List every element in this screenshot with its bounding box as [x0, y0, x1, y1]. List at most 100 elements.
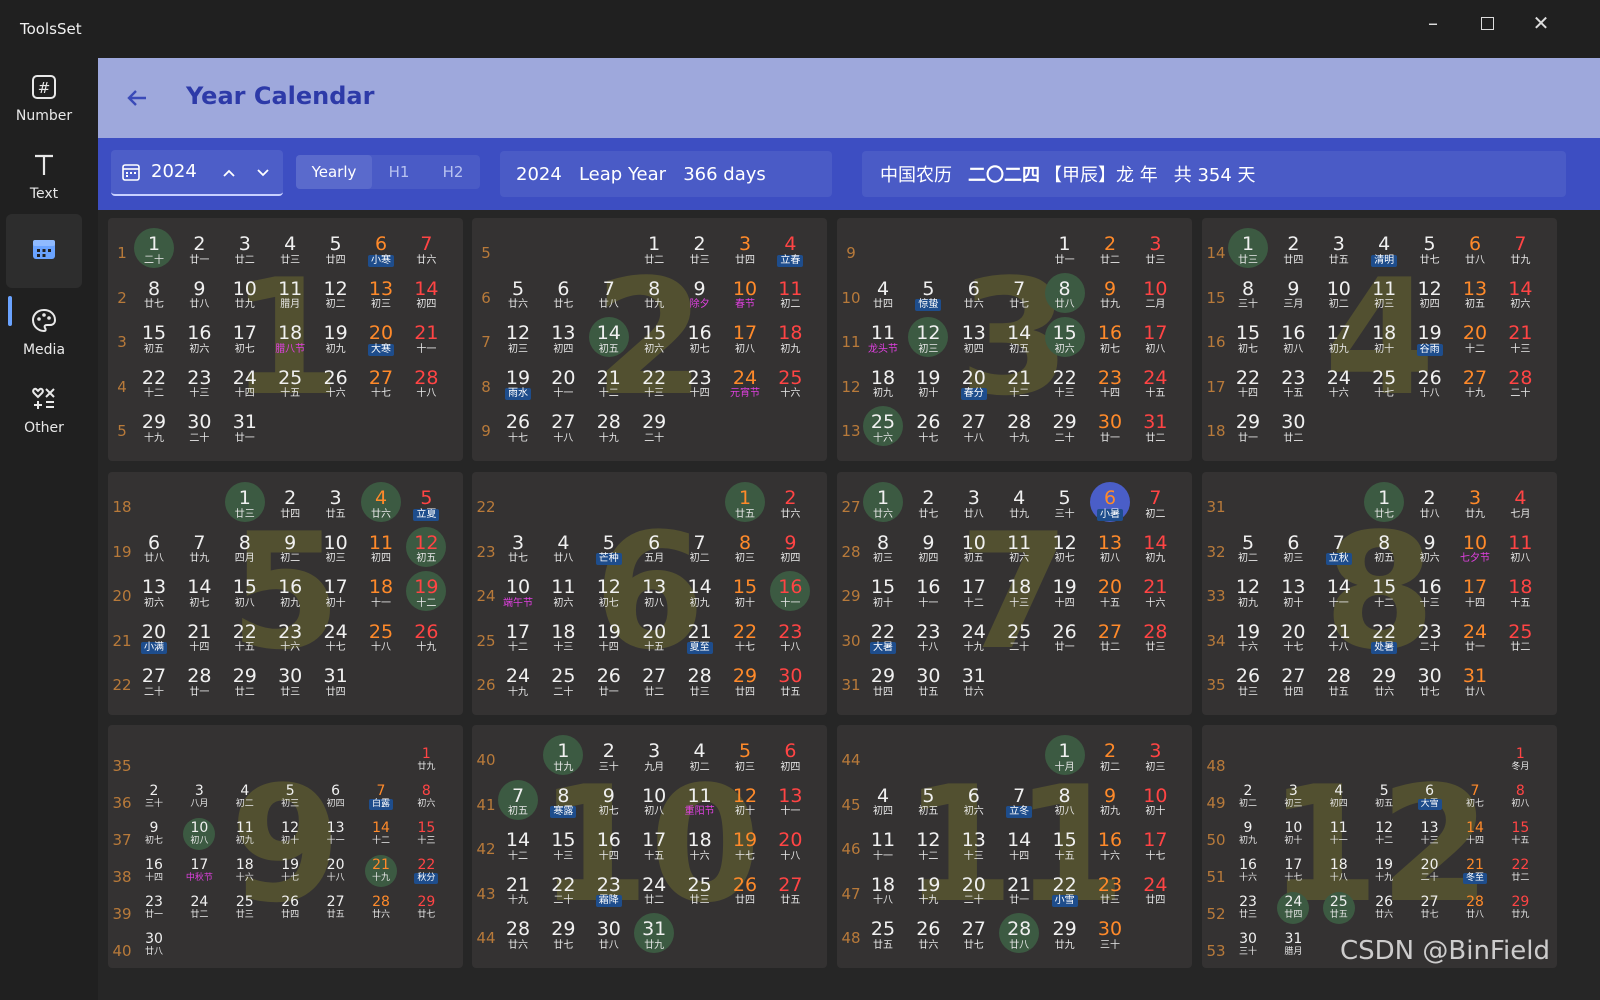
day-cell[interactable]: 8 廿八	[1043, 272, 1087, 313]
day-cell[interactable]: 18 初十	[1362, 323, 1406, 356]
day-cell[interactable]: 7 初二	[678, 532, 722, 566]
day-cell[interactable]: 7 初五	[496, 779, 540, 820]
minimize-button[interactable]: –	[1410, 8, 1456, 38]
day-cell[interactable]: 4 初四	[1317, 783, 1361, 810]
day-cell[interactable]: 15 十三	[404, 820, 448, 847]
day-cell[interactable]: 4 清明	[1362, 234, 1406, 267]
day-cell[interactable]: 11 十一	[861, 830, 905, 863]
day-cell[interactable]: 4 七月	[1498, 488, 1542, 521]
segment-h2[interactable]: H2	[426, 155, 480, 189]
day-cell[interactable]: 28 廿八	[997, 913, 1041, 953]
day-cell[interactable]: 8 初六	[404, 783, 448, 810]
day-cell[interactable]: 24 十五	[1133, 367, 1177, 401]
day-cell[interactable]: 27 廿五	[314, 894, 358, 921]
day-cell[interactable]: 10 端午节	[496, 577, 540, 610]
day-cell[interactable]: 27 二十	[132, 666, 176, 699]
day-cell[interactable]: 15 初十	[861, 577, 905, 610]
day-cell[interactable]: 8 初八	[1498, 783, 1542, 810]
day-cell[interactable]: 11 初三	[1362, 278, 1406, 312]
day-cell[interactable]: 9 初七	[132, 820, 176, 847]
day-cell[interactable]: 21 十六	[1133, 577, 1177, 610]
day-cell[interactable]: 25 廿五	[1317, 892, 1361, 924]
day-cell[interactable]: 22 廿二	[1498, 857, 1542, 884]
day-cell[interactable]: 30 二十	[177, 412, 221, 445]
day-cell[interactable]: 11 腊月	[268, 278, 312, 312]
day-cell[interactable]: 7 立冬	[997, 785, 1041, 819]
day-cell[interactable]: 20 十七	[1271, 621, 1315, 655]
day-cell[interactable]: 12 初九	[1226, 577, 1270, 610]
day-cell[interactable]: 8 廿七	[132, 278, 176, 312]
day-cell[interactable]: 10 春节	[723, 278, 767, 312]
day-cell[interactable]: 31 廿八	[1453, 666, 1497, 699]
day-cell[interactable]: 18 初九	[768, 323, 812, 356]
day-cell[interactable]: 1 廿三	[1226, 228, 1270, 268]
day-cell[interactable]: 27 廿二	[632, 666, 676, 699]
day-cell[interactable]: 26 十七	[906, 412, 950, 445]
day-cell[interactable]: 20 小满	[132, 621, 176, 655]
day-cell[interactable]: 2 廿七	[906, 488, 950, 521]
day-cell[interactable]: 20 十一	[541, 367, 585, 401]
day-cell[interactable]: 3 廿七	[496, 532, 540, 566]
day-cell[interactable]: 21 十一	[404, 323, 448, 356]
sidebar-item-calendar[interactable]	[6, 214, 82, 288]
day-cell[interactable]: 21 十四	[177, 621, 221, 655]
day-cell[interactable]: 12 十二	[1362, 820, 1406, 847]
day-cell[interactable]: 28 廿五	[1317, 666, 1361, 699]
day-cell[interactable]: 3 九月	[632, 741, 676, 774]
day-cell[interactable]: 15 初十	[723, 577, 767, 610]
day-cell[interactable]: 12 初三	[906, 317, 950, 357]
day-cell[interactable]: 26 十六	[314, 367, 358, 401]
day-cell[interactable]: 5 惊蛰	[906, 278, 950, 312]
day-cell[interactable]: 4 初四	[861, 785, 905, 819]
day-cell[interactable]: 30 三十	[1226, 931, 1270, 958]
day-cell[interactable]: 26 廿四	[268, 894, 312, 921]
day-cell[interactable]: 26 廿六	[1362, 894, 1406, 921]
day-cell[interactable]: 24 廿四	[1133, 874, 1177, 908]
day-cell[interactable]: 29 廿九	[1498, 894, 1542, 921]
day-cell[interactable]: 14 初五	[587, 317, 631, 357]
day-cell[interactable]: 12 初十	[268, 820, 312, 847]
day-cell[interactable]: 24 廿二	[177, 894, 221, 921]
day-cell[interactable]: 20 十五	[1088, 577, 1132, 610]
day-cell[interactable]: 15 初八	[223, 577, 267, 610]
day-cell[interactable]: 9 初四	[906, 532, 950, 566]
day-cell[interactable]: 15 初五	[132, 323, 176, 356]
day-cell[interactable]: 16 初八	[1271, 323, 1315, 356]
day-cell[interactable]: 14 十四	[997, 830, 1041, 863]
day-cell[interactable]: 30 廿八	[587, 919, 631, 952]
day-cell[interactable]: 17 十七	[1133, 830, 1177, 863]
day-cell[interactable]: 29 廿七	[541, 919, 585, 952]
day-cell[interactable]: 4 立春	[768, 234, 812, 267]
day-cell[interactable]: 28 廿一	[177, 666, 221, 699]
day-cell[interactable]: 6 初四	[768, 741, 812, 774]
day-cell[interactable]: 15 初六	[632, 323, 676, 356]
day-cell[interactable]: 28 二十	[1498, 367, 1542, 401]
day-cell[interactable]: 11 十一	[1317, 820, 1361, 847]
day-cell[interactable]: 1 廿三	[223, 482, 267, 522]
day-cell[interactable]: 29 廿一	[1226, 412, 1270, 445]
day-cell[interactable]: 6 廿六	[952, 278, 996, 312]
day-cell[interactable]: 24 廿一	[1453, 621, 1497, 655]
day-cell[interactable]: 8 廿九	[632, 278, 676, 312]
day-cell[interactable]: 25 十五	[268, 367, 312, 401]
day-cell[interactable]: 13 十一	[768, 785, 812, 819]
day-cell[interactable]: 1 十月	[1043, 735, 1087, 775]
day-cell[interactable]: 6 廿八	[1453, 234, 1497, 267]
day-cell[interactable]: 20 十八	[768, 830, 812, 863]
day-cell[interactable]: 30 廿三	[268, 666, 312, 699]
day-cell[interactable]: 2 廿三	[678, 234, 722, 267]
day-cell[interactable]: 9 初六	[1408, 532, 1452, 566]
back-button[interactable]	[120, 80, 156, 116]
day-cell[interactable]: 9 除夕	[678, 278, 722, 312]
day-cell[interactable]: 19 初九	[314, 323, 358, 356]
day-cell[interactable]: 4 廿六	[359, 482, 403, 522]
day-cell[interactable]: 5 芒种	[587, 532, 631, 566]
day-cell[interactable]: 31 廿六	[952, 666, 996, 699]
day-cell[interactable]: 16 十四	[587, 830, 631, 863]
day-cell[interactable]: 3 八月	[177, 783, 221, 810]
day-cell[interactable]: 6 廿七	[541, 278, 585, 312]
day-cell[interactable]: 27 廿七	[1408, 894, 1452, 921]
day-cell[interactable]: 20 十二	[1453, 323, 1497, 356]
day-cell[interactable]: 17 初七	[223, 323, 267, 356]
day-cell[interactable]: 22 二十	[541, 874, 585, 908]
